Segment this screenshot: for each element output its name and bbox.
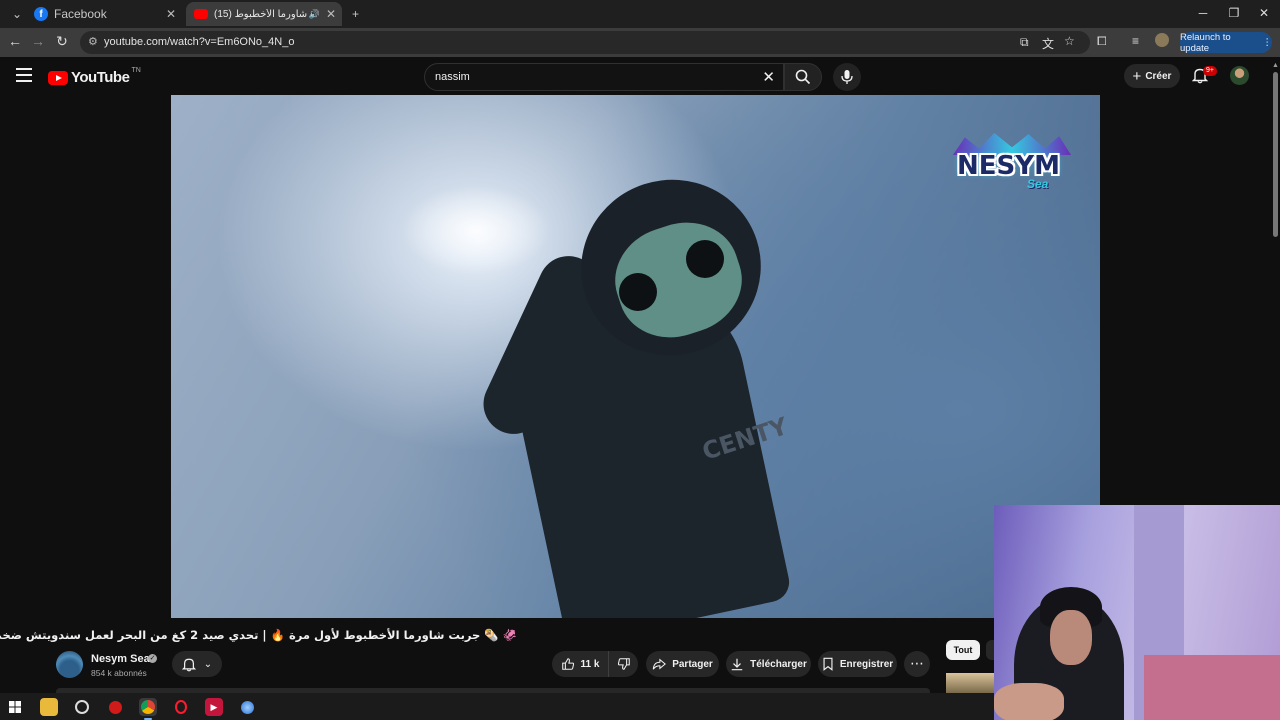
back-icon[interactable]: ← bbox=[5, 33, 25, 49]
webcam-person-face bbox=[1050, 610, 1092, 665]
webcam-person-hand bbox=[994, 683, 1064, 720]
chevron-down-icon: ⌄ bbox=[12, 7, 23, 21]
thumbs-up-icon bbox=[561, 658, 574, 670]
extensions-icon[interactable]: ⧠ bbox=[1097, 34, 1107, 49]
thumbs-down-icon bbox=[617, 658, 630, 670]
app-icon[interactable] bbox=[238, 698, 256, 716]
like-count: 11 k bbox=[580, 658, 600, 670]
browser-toolbar: ← → ↻ ⚙ youtube.com/watch?v=Em6ONo_4N_o … bbox=[0, 28, 1280, 57]
tab-title: Facebook bbox=[54, 7, 107, 21]
page-scrollbar[interactable]: ▲ bbox=[1271, 62, 1280, 712]
download-icon bbox=[731, 658, 743, 671]
subscription-bell-button[interactable]: ⌄ bbox=[172, 651, 222, 677]
relaunch-label: Relaunch to update bbox=[1180, 31, 1231, 54]
plus-icon: + bbox=[1132, 67, 1142, 85]
video-player[interactable]: CENTY NESYM Sea bbox=[171, 95, 1100, 618]
minimize-icon[interactable]: ─ bbox=[1188, 6, 1218, 20]
channel-avatar[interactable] bbox=[56, 651, 83, 678]
taskbar: ▶ bbox=[0, 693, 994, 720]
video-editor-icon[interactable]: ▶ bbox=[205, 698, 223, 716]
tab-youtube-video[interactable]: (15) جربت شاورما الأخطبوط 🔊 ✕ bbox=[186, 2, 342, 26]
install-app-icon[interactable]: ⧉ bbox=[1020, 35, 1029, 50]
reload-icon[interactable]: ↻ bbox=[52, 33, 72, 50]
search-icon bbox=[795, 69, 811, 85]
dislike-button[interactable] bbox=[608, 651, 638, 677]
share-label: Partager bbox=[672, 658, 713, 670]
url-text[interactable]: youtube.com/watch?v=Em6ONo_4N_o bbox=[104, 36, 294, 48]
create-label: Créer bbox=[1145, 70, 1172, 82]
avatar[interactable] bbox=[1230, 66, 1249, 85]
like-button[interactable]: 11 k bbox=[552, 651, 608, 677]
relaunch-button[interactable]: Relaunch to update ⋮ bbox=[1180, 31, 1272, 54]
chrome-icon[interactable] bbox=[139, 698, 157, 720]
subscriber-count: 854 k abonnés bbox=[91, 668, 147, 678]
windows-start-icon[interactable] bbox=[6, 698, 24, 716]
close-window-icon[interactable]: ✕ bbox=[1249, 6, 1279, 20]
diver-eye bbox=[619, 273, 657, 311]
create-button[interactable]: + Créer bbox=[1124, 64, 1180, 88]
logo-text: YouTube bbox=[71, 69, 130, 86]
facebook-icon: f bbox=[34, 7, 48, 21]
search-button[interactable] bbox=[784, 63, 822, 91]
plus-icon: + bbox=[352, 7, 360, 21]
speaker-icon[interactable]: 🔊 bbox=[309, 9, 320, 20]
forward-icon[interactable]: → bbox=[28, 33, 48, 49]
share-icon bbox=[652, 658, 667, 670]
site-info-icon[interactable]: ⚙ bbox=[88, 35, 98, 48]
save-label: Enregistrer bbox=[839, 658, 894, 670]
address-bar[interactable]: ⚙ youtube.com/watch?v=Em6ONo_4N_o ⧉ 文 ☆ bbox=[80, 31, 1090, 54]
red-app-icon[interactable] bbox=[106, 698, 124, 716]
youtube-header: YouTube TN ✕ + Créer 9+ bbox=[0, 57, 1280, 95]
voice-search-button[interactable] bbox=[833, 63, 861, 91]
clear-search-icon[interactable]: ✕ bbox=[762, 68, 775, 86]
browser-tab-strip: ⌄ f Facebook ✕ (15) جربت شاورما الأخطبوط… bbox=[0, 0, 1280, 28]
channel-watermark: NESYM Sea bbox=[947, 133, 1077, 195]
chevron-down-icon: ⌄ bbox=[203, 658, 213, 670]
search-box: ✕ bbox=[424, 63, 784, 91]
new-tab-button[interactable]: + bbox=[344, 2, 364, 26]
water-splash bbox=[401, 185, 551, 275]
tab-search-button[interactable]: ⌄ bbox=[4, 2, 24, 26]
notification-badge: 9+ bbox=[1203, 66, 1217, 76]
bell-icon bbox=[181, 658, 196, 671]
download-label: Télécharger bbox=[750, 658, 807, 670]
media-control-icon[interactable]: ≡ bbox=[1132, 34, 1139, 48]
share-button[interactable]: Partager bbox=[646, 651, 719, 677]
profile-avatar[interactable] bbox=[1155, 33, 1169, 47]
download-button[interactable]: Télécharger bbox=[726, 651, 811, 677]
save-button[interactable]: Enregistrer bbox=[818, 651, 897, 677]
watermark-subtext: Sea bbox=[1027, 177, 1049, 191]
search-input[interactable] bbox=[435, 69, 755, 85]
scroll-up-icon[interactable]: ▲ bbox=[1272, 62, 1279, 69]
tab-title: (15) جربت شاورما الأخطبوط bbox=[214, 8, 316, 20]
youtube-icon bbox=[194, 9, 208, 19]
webcam-background-bed bbox=[1144, 655, 1280, 720]
youtube-play-icon bbox=[48, 70, 68, 85]
webcam-overlay bbox=[994, 505, 1280, 720]
logo-country: TN bbox=[131, 67, 141, 74]
opera-icon[interactable] bbox=[172, 698, 190, 716]
scrollbar-thumb[interactable] bbox=[1273, 72, 1278, 237]
diver-eye bbox=[686, 240, 724, 278]
close-icon[interactable]: ✕ bbox=[166, 7, 176, 21]
verified-icon: ✓ bbox=[148, 654, 157, 663]
close-icon[interactable]: ✕ bbox=[326, 7, 336, 21]
more-actions-icon[interactable]: ⋯ bbox=[904, 651, 930, 677]
star-icon[interactable]: ☆ bbox=[1064, 34, 1075, 48]
channel-name[interactable]: Nesym Sea bbox=[91, 653, 150, 665]
microphone-icon bbox=[841, 70, 853, 84]
menu-icon[interactable] bbox=[16, 68, 32, 86]
recommended-thumbnail[interactable] bbox=[946, 673, 994, 693]
file-explorer-icon[interactable] bbox=[40, 698, 58, 716]
tab-facebook[interactable]: f Facebook ✕ bbox=[26, 2, 182, 26]
youtube-logo[interactable]: YouTube TN bbox=[48, 67, 141, 86]
bookmark-icon bbox=[823, 657, 833, 671]
translate-icon[interactable]: 文 bbox=[1042, 35, 1054, 52]
obs-icon[interactable] bbox=[73, 698, 91, 716]
chip-all[interactable]: Tout bbox=[946, 640, 980, 660]
restore-icon[interactable]: ❐ bbox=[1219, 6, 1249, 20]
video-title: 🦑 🌯 جربت شاورما الأخطبوط لأول مرة 🔥 | تح… bbox=[0, 628, 517, 642]
